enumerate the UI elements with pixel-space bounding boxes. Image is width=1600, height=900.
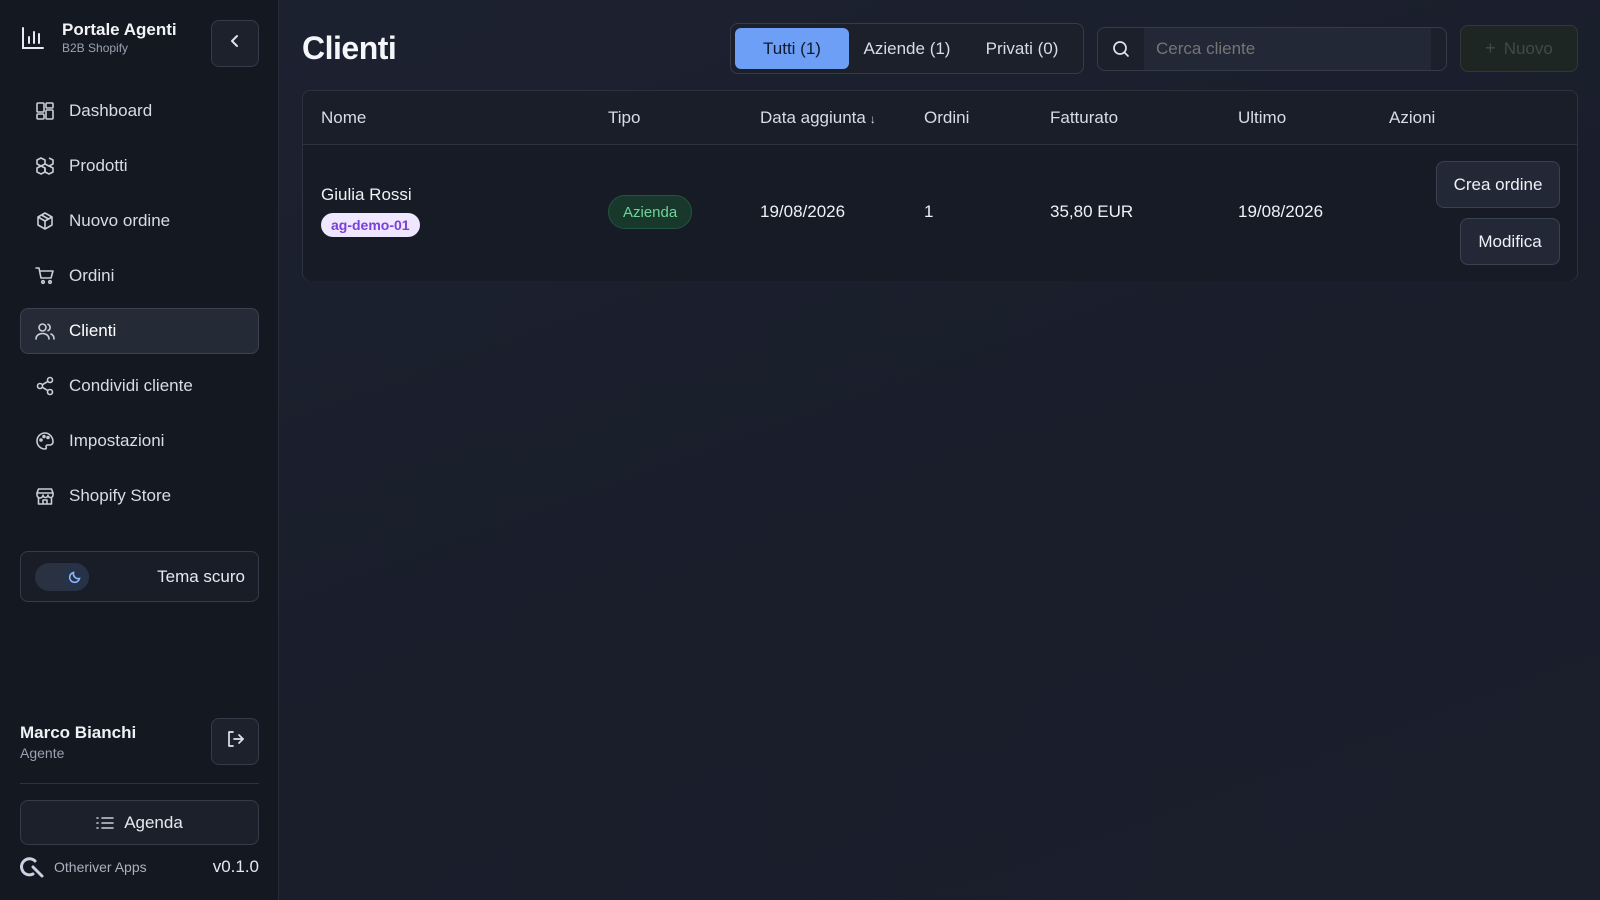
sidebar-item-ordini[interactable]: Ordini [20, 253, 259, 299]
column-header-label: Data aggiunta [760, 108, 866, 127]
app-subtitle: B2B Shopify [62, 41, 129, 55]
dashboard-icon [35, 101, 55, 121]
sidebar-item-label: Shopify Store [69, 486, 172, 505]
sidebar-item-label: Dashboard [69, 101, 153, 120]
theme-toggle[interactable]: Tema scuro [20, 551, 259, 602]
column-header-ordini[interactable]: Ordini [924, 108, 969, 128]
customer-type-badge: Azienda [608, 195, 693, 229]
sort-arrow-icon: ↓ [869, 112, 876, 126]
last-order-date: 19/08/2026 [1238, 202, 1324, 221]
sidebar-item-prodotti[interactable]: Prodotti [20, 143, 259, 189]
agenda-label: Agenda [124, 812, 183, 832]
sidebar-item-clienti[interactable]: Clienti [20, 308, 259, 354]
column-header-azioni: Azioni [1389, 108, 1436, 127]
search-box [1097, 27, 1447, 71]
sidebar-divider [20, 783, 259, 784]
create-order-button[interactable]: Crea ordine [1436, 161, 1560, 208]
app-version: v0.1.0 [212, 857, 259, 876]
search-icon [1098, 40, 1144, 58]
users-icon [35, 321, 55, 341]
sidebar-footer: Otheriver Apps v0.1.0 [20, 855, 259, 879]
table-row[interactable]: Giulia Rossi ag-demo-01 Azienda 19/08/20… [303, 145, 1577, 281]
share-icon [35, 376, 55, 396]
tab-aziende[interactable]: Aziende (1) [849, 28, 965, 69]
sidebar-item-label: Clienti [69, 321, 117, 340]
user-role: Agente [20, 745, 65, 761]
sidebar-item-impostazioni[interactable]: Impostazioni [20, 418, 259, 464]
logout-button[interactable] [211, 718, 259, 765]
search-input[interactable] [1144, 28, 1431, 70]
sidebar-nav: Dashboard Prodotti Nuovo ordine Ordini C… [20, 88, 259, 528]
column-header-fatturato[interactable]: Fatturato [1050, 108, 1118, 128]
new-customer-button[interactable]: + Nuovo [1460, 25, 1578, 72]
sidebar-item-label: Prodotti [69, 156, 128, 175]
logout-icon [225, 729, 245, 754]
chevron-left-icon [226, 32, 244, 55]
customer-name[interactable]: Giulia Rossi [321, 185, 412, 205]
tab-privati[interactable]: Privati (0) [965, 28, 1079, 69]
agent-tag: ag-demo-01 [321, 213, 420, 237]
plus-icon: + [1485, 38, 1496, 58]
table-header: Nome Tipo Data aggiunta ↓ Ordini Fatturat… [303, 91, 1577, 145]
brand: Portale Agenti B2B Shopify [20, 20, 177, 56]
customers-table: Nome Tipo Data aggiunta ↓ Ordini Fatturat… [302, 90, 1578, 281]
user-info: Marco Bianchi Agente [20, 722, 136, 762]
column-header-tipo[interactable]: Tipo [608, 108, 640, 128]
package-plus-icon [35, 211, 55, 231]
date-added: 19/08/2026 [760, 202, 846, 221]
agenda-button[interactable]: Agenda [20, 800, 259, 845]
sidebar-item-label: Ordini [69, 266, 115, 285]
palette-icon [35, 431, 55, 451]
company-logo-icon [20, 855, 46, 879]
sidebar-item-label: Condividi cliente [69, 376, 193, 395]
sidebar: Portale Agenti B2B Shopify Dashboard Pro… [0, 0, 279, 900]
sidebar-item-dashboard[interactable]: Dashboard [20, 88, 259, 134]
page-title: Clienti [302, 30, 397, 66]
moon-icon [61, 562, 89, 591]
column-header-ultimo[interactable]: Ultimo [1238, 108, 1286, 128]
sidebar-item-nuovo-ordine[interactable]: Nuovo ordine [20, 198, 259, 244]
cart-icon [35, 266, 55, 286]
company-name: Otheriver Apps [54, 859, 147, 875]
new-customer-label: Nuovo [1503, 38, 1553, 58]
boxes-icon [35, 156, 55, 176]
app-title: Portale Agenti [62, 20, 177, 39]
theme-switch[interactable] [35, 562, 89, 591]
orders-count: 1 [924, 202, 934, 221]
user-name: Marco Bianchi [20, 723, 137, 742]
revenue: 35,80 EUR [1050, 202, 1134, 221]
sidebar-item-label: Nuovo ordine [69, 211, 171, 230]
sidebar-item-label: Impostazioni [69, 431, 165, 450]
column-header-nome[interactable]: Nome [321, 108, 366, 128]
edit-customer-button[interactable]: Modifica [1460, 218, 1560, 265]
list-icon [96, 816, 114, 830]
tab-tutti[interactable]: Tutti (1) [735, 28, 849, 69]
column-header-data-aggiunta[interactable]: Data aggiunta ↓ [760, 108, 876, 128]
main-content: Clienti Tutti (1) Aziende (1) Privati (0… [279, 0, 1600, 900]
sidebar-item-condividi-cliente[interactable]: Condividi cliente [20, 363, 259, 409]
app: Portale Agenti B2B Shopify Dashboard Pro… [0, 0, 1600, 900]
sidebar-item-shopify-store[interactable]: Shopify Store [20, 473, 259, 519]
bar-chart-icon [20, 25, 46, 51]
store-icon [35, 486, 55, 506]
collapse-sidebar-button[interactable] [211, 20, 259, 67]
customer-filter-tabs: Tutti (1) Aziende (1) Privati (0) [730, 23, 1084, 74]
theme-label: Tema scuro [157, 566, 245, 586]
